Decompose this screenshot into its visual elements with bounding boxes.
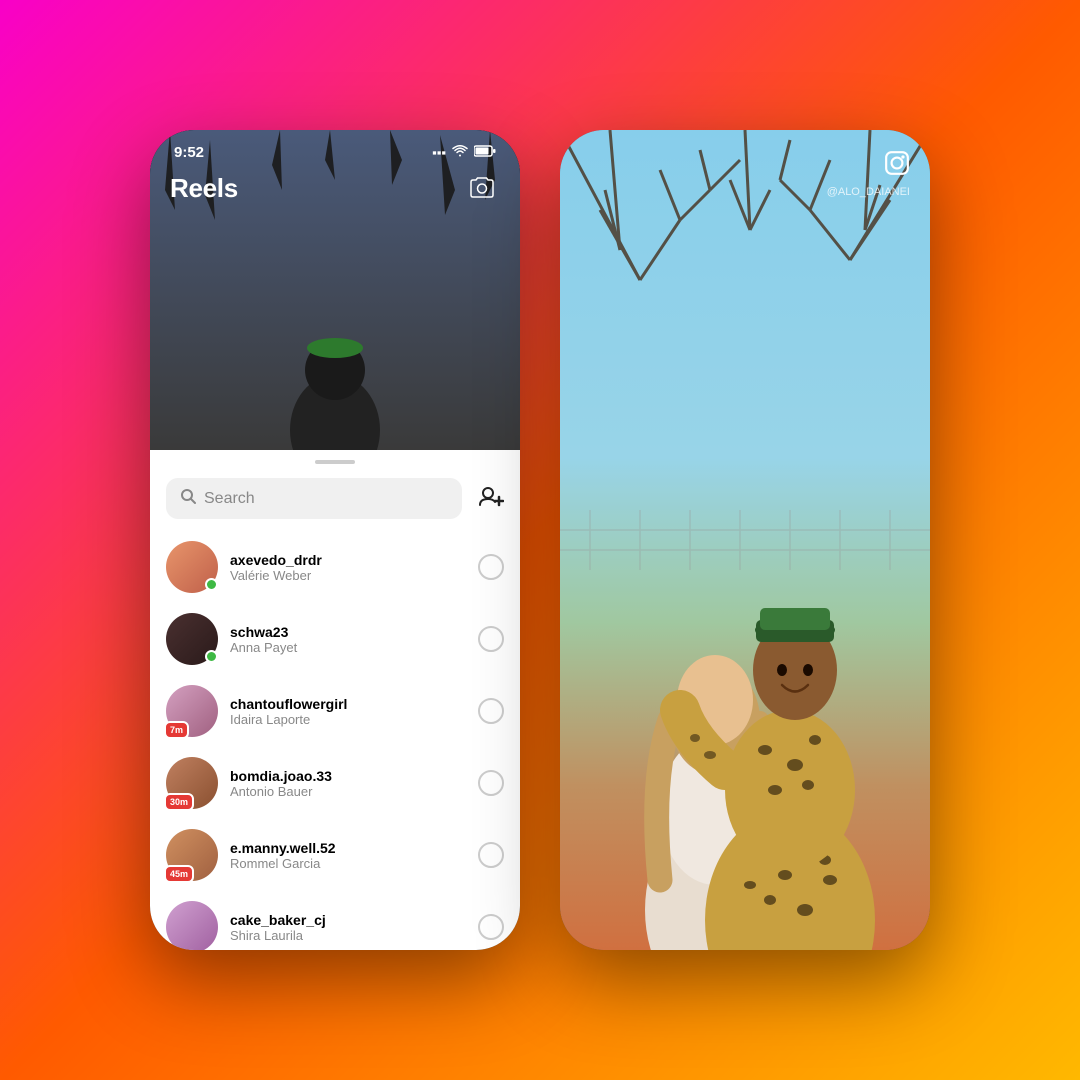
drag-handle[interactable]	[315, 460, 355, 464]
contact-item[interactable]: schwa23Anna Payet	[150, 603, 520, 675]
contact-item[interactable]: 45m e.manny.well.52Rommel Garcia	[150, 819, 520, 891]
online-indicator	[205, 650, 218, 663]
search-bar[interactable]: Search	[166, 478, 462, 519]
share-sheet: Search axevedo_drdrValérie Weberschwa23A…	[150, 450, 520, 950]
wifi-icon	[452, 145, 468, 160]
contact-display-name: Antonio Bauer	[230, 784, 466, 799]
story-time-badge: 30m	[164, 793, 194, 811]
contact-username: axevedo_drdr	[230, 552, 466, 568]
time-display: 9:52	[174, 144, 204, 161]
contact-display-name: Idaira Laporte	[230, 712, 466, 727]
contact-item[interactable]: 30m bomdia.joao.33Antonio Bauer	[150, 747, 520, 819]
select-checkbox[interactable]	[478, 914, 504, 940]
search-bar-container: Search	[150, 470, 520, 531]
contact-display-name: Anna Payet	[230, 640, 466, 655]
story-time-badge: 45m	[164, 865, 194, 883]
contact-info: bomdia.joao.33Antonio Bauer	[230, 768, 466, 799]
watermark-text: @ALO_DAIANEI	[827, 186, 910, 198]
contact-item[interactable]: 7m chantouflowergirlIdaira Laporte	[150, 675, 520, 747]
status-icons: ▪▪▪	[432, 145, 496, 160]
status-bar: 9:52 ▪▪▪	[150, 130, 520, 167]
contact-info: chantouflowergirlIdaira Laporte	[230, 696, 466, 727]
camera-button[interactable]	[464, 170, 500, 206]
contact-info: axevedo_drdrValérie Weber	[230, 552, 466, 583]
left-phone: 9:52 ▪▪▪	[150, 130, 520, 950]
signal-bars: ▪▪▪	[432, 145, 446, 160]
select-checkbox[interactable]	[478, 698, 504, 724]
select-checkbox[interactable]	[478, 626, 504, 652]
select-checkbox[interactable]	[478, 842, 504, 868]
contact-list: axevedo_drdrValérie Weber schwa23Anna Pay…	[150, 531, 520, 950]
contact-username: chantouflowergirl	[230, 696, 466, 712]
contact-display-name: Valérie Weber	[230, 568, 466, 583]
select-checkbox[interactable]	[478, 554, 504, 580]
right-phone: @ALO_DAIANEI	[560, 130, 930, 950]
search-icon	[180, 488, 196, 509]
story-time-badge: 7m	[164, 721, 189, 739]
contact-username: bomdia.joao.33	[230, 768, 466, 784]
battery-icon	[474, 145, 496, 160]
instagram-logo-icon	[884, 150, 910, 183]
contact-username: cake_baker_cj	[230, 912, 466, 928]
contact-item[interactable]: cake_baker_cjShira Laurila	[150, 891, 520, 950]
contact-item[interactable]: axevedo_drdrValérie Weber	[150, 531, 520, 603]
reels-header: Reels	[150, 170, 520, 206]
contact-username: e.manny.well.52	[230, 840, 466, 856]
video-area: Reels	[150, 130, 520, 450]
online-indicator	[205, 578, 218, 591]
contact-info: cake_baker_cjShira Laurila	[230, 912, 466, 943]
reel-photo: @ALO_DAIANEI	[560, 130, 930, 950]
search-placeholder: Search	[204, 490, 448, 508]
contact-username: schwa23	[230, 624, 466, 640]
add-people-button[interactable]	[478, 485, 504, 513]
reels-title: Reels	[170, 173, 238, 204]
select-checkbox[interactable]	[478, 770, 504, 796]
contact-display-name: Rommel Garcia	[230, 856, 466, 871]
contact-display-name: Shira Laurila	[230, 928, 466, 943]
contact-info: e.manny.well.52Rommel Garcia	[230, 840, 466, 871]
contact-info: schwa23Anna Payet	[230, 624, 466, 655]
